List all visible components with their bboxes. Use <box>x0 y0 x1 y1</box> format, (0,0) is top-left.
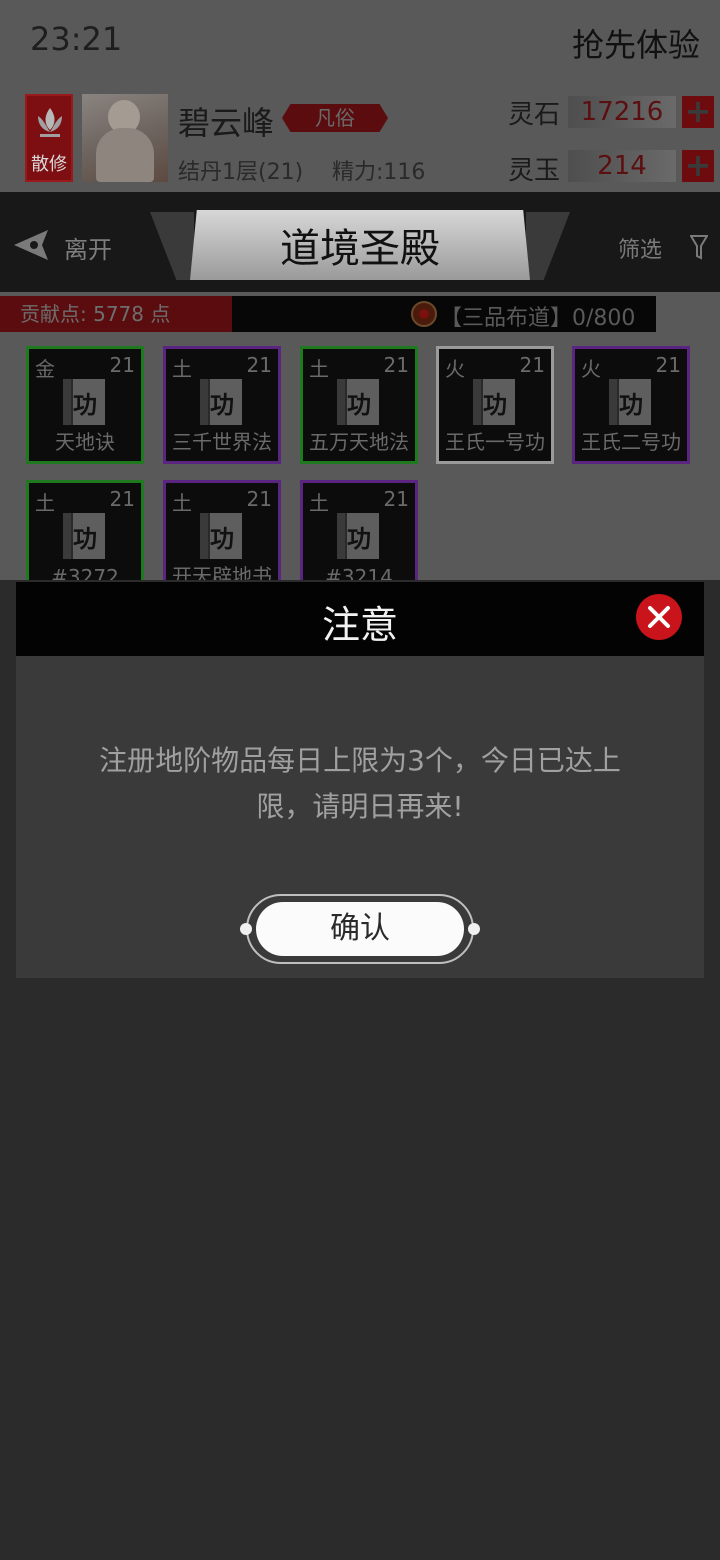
technique-book-icon: 功 <box>200 513 242 559</box>
item-level: 21 <box>246 353 272 377</box>
item-element: 土 <box>309 491 329 515</box>
contribution-points: 贡献点: 5778 点 <box>0 296 232 332</box>
item-name: 天地诀 <box>55 430 115 454</box>
technique-book-icon: 功 <box>473 379 515 425</box>
book-glyph: 功 <box>483 391 507 419</box>
item-element: 土 <box>309 357 329 381</box>
book-glyph: 功 <box>347 391 371 419</box>
confirm-button-frame: 确认 <box>240 894 480 964</box>
book-glyph: 功 <box>210 525 234 553</box>
item-level: 21 <box>246 487 272 511</box>
book-spine <box>200 513 210 559</box>
book-glyph: 功 <box>347 525 371 553</box>
book-spine <box>337 513 347 559</box>
player-name: 碧云峰 <box>178 104 275 142</box>
add-spirit-stone-button[interactable]: + <box>682 95 714 128</box>
early-access-label[interactable]: 抢先体验 <box>572 20 700 66</box>
book-spine <box>63 513 73 559</box>
filter-button[interactable]: 筛选 <box>618 232 708 266</box>
dialog-title: 注意 <box>321 603 398 647</box>
book-glyph: 功 <box>73 525 97 553</box>
app-screen: 23:21 抢先体验 散修 碧云峰 凡俗 结丹1层(21) 精力:116 灵石 … <box>0 0 720 1560</box>
item-element: 火 <box>445 357 465 381</box>
sect-label: 散修 <box>31 154 67 175</box>
book-glyph: 功 <box>73 391 97 419</box>
spirit-stone-label: 灵石 <box>508 100 561 130</box>
technique-book-icon: 功 <box>337 513 379 559</box>
spirit-stone-value: 17216 <box>568 96 676 128</box>
add-spirit-jade-button[interactable]: + <box>682 149 714 182</box>
close-button[interactable] <box>636 594 682 640</box>
rank-tag: 凡俗 <box>282 104 388 132</box>
item-name: 王氏一号功 <box>445 430 545 454</box>
item-card[interactable]: 土 21 功三千世界法 <box>163 346 281 464</box>
spirit-jade-label: 灵玉 <box>508 156 561 186</box>
item-element: 土 <box>172 491 192 515</box>
avatar-body <box>96 128 154 182</box>
technique-book-icon: 功 <box>609 379 651 425</box>
book-spine <box>337 379 347 425</box>
book-glyph: 功 <box>619 391 643 419</box>
leave-button[interactable]: 离开 <box>12 222 152 270</box>
lotus-icon <box>38 108 62 137</box>
book-spine <box>200 379 210 425</box>
item-card[interactable]: 金 21 功天地诀 <box>26 346 144 464</box>
item-card[interactable]: 火 21 功王氏二号功 <box>572 346 690 464</box>
ornament-dot-left <box>240 923 252 935</box>
item-name: 五万天地法 <box>309 430 409 454</box>
book-spine <box>609 379 619 425</box>
item-card[interactable]: 土 21 功五万天地法 <box>300 346 418 464</box>
back-arrow-icon <box>14 230 48 260</box>
confirm-button[interactable]: 确认 <box>256 902 464 956</box>
item-card[interactable]: 火 21 功王氏一号功 <box>436 346 554 464</box>
technique-book-icon: 功 <box>200 379 242 425</box>
item-name: 王氏二号功 <box>581 430 681 454</box>
cultivation-realm: 结丹1层(21) <box>178 160 304 185</box>
technique-book-icon: 功 <box>63 379 105 425</box>
item-level: 21 <box>109 353 135 377</box>
item-level: 21 <box>109 487 135 511</box>
book-glyph: 功 <box>210 391 234 419</box>
book-spine <box>63 379 73 425</box>
item-element: 土 <box>35 491 55 515</box>
filter-icon <box>690 235 708 260</box>
book-spine <box>473 379 483 425</box>
player-avatar[interactable] <box>82 94 168 182</box>
technique-book-icon: 功 <box>337 379 379 425</box>
close-icon <box>648 606 670 628</box>
dialog-header: 注意 <box>16 582 704 656</box>
sect-badge[interactable]: 散修 <box>25 94 73 182</box>
status-time: 23:21 <box>30 20 123 58</box>
technique-book-icon: 功 <box>63 513 105 559</box>
item-level: 21 <box>519 353 545 377</box>
spirit-jade-value: 214 <box>568 150 676 182</box>
ornament-dot-right <box>468 923 480 935</box>
filter-label: 筛选 <box>618 238 663 263</box>
leave-label: 离开 <box>64 236 112 264</box>
item-level: 21 <box>383 487 409 511</box>
page-title: 道境圣殿 <box>280 226 440 272</box>
item-level: 21 <box>655 353 681 377</box>
item-level: 21 <box>383 353 409 377</box>
item-element: 土 <box>172 357 192 381</box>
dao-progress-text: 【三品布道】0/800 <box>440 306 636 331</box>
notice-dialog: 注意 注册地阶物品每日上限为3个，今日已达上限，请明日再来! 确认 <box>16 582 704 978</box>
dialog-message: 注册地阶物品每日上限为3个，今日已达上限，请明日再来! <box>99 744 621 823</box>
energy-value: 精力:116 <box>332 160 426 185</box>
dao-emblem-icon <box>411 301 437 327</box>
item-element: 火 <box>581 357 601 381</box>
item-element: 金 <box>35 357 55 381</box>
item-name: 三千世界法 <box>172 430 272 454</box>
